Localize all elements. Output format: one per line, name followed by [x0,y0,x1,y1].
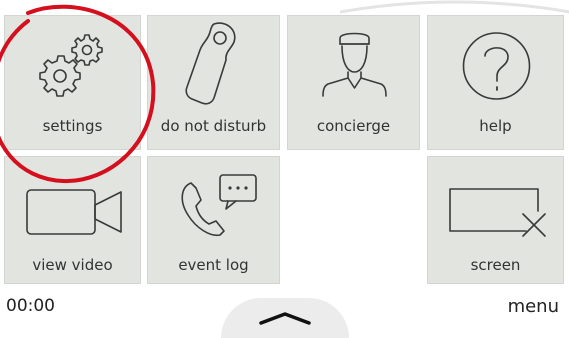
gears-icon [39,34,103,97]
settings-label: settings [42,117,103,135]
video-camera-icon [26,189,122,235]
help-tile[interactable]: help [427,15,564,150]
event-log-tile[interactable]: event log [147,156,280,284]
clock-time: 00:00 [6,296,55,316]
screen-tile[interactable]: screen [427,156,564,284]
view-video-label: view video [32,256,113,274]
drawer-toggle-button[interactable] [221,298,349,338]
screen-label: screen [470,256,521,274]
menu-button[interactable]: menu [508,296,559,317]
concierge-tile[interactable]: concierge [287,15,420,150]
question-mark-icon [462,32,531,100]
do-not-disturb-tile[interactable]: do not disturb [147,15,280,150]
screen-off-icon [449,188,546,237]
concierge-label: concierge [316,117,391,135]
chevron-up-icon [259,312,311,325]
view-video-tile[interactable]: view video [4,156,141,284]
phone-message-icon [181,174,257,237]
concierge-person-icon [322,32,387,97]
door-hanger-icon [185,22,236,105]
help-label: help [479,117,512,135]
do-not-disturb-label: do not disturb [160,117,267,135]
settings-tile[interactable]: settings [4,15,141,150]
event-log-label: event log [178,256,249,274]
